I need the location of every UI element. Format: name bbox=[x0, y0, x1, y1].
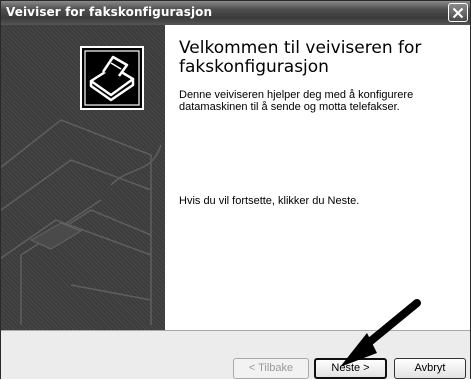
window-title: Veiviser for fakskonfigurasjon bbox=[6, 5, 213, 19]
fax-wizard-window: Veiviser for fakskonfigurasjon Velkommen… bbox=[0, 0, 471, 379]
back-button[interactable]: < Tilbake bbox=[233, 358, 309, 379]
close-icon bbox=[452, 7, 464, 19]
wizard-side-panel bbox=[1, 25, 165, 330]
wizard-description: Denne veiviseren hjelper deg med å konfi… bbox=[179, 89, 414, 113]
continue-instruction: Hvis du vil fortsette, klikker du Neste. bbox=[179, 195, 360, 207]
wizard-content: Velkommen til veiviseren for fakskonfigu… bbox=[1, 25, 470, 330]
cancel-button[interactable]: Avbryt bbox=[394, 358, 466, 379]
wizard-heading: Velkommen til veiviseren for fakskonfigu… bbox=[179, 38, 422, 77]
fax-printer-icon bbox=[79, 45, 145, 111]
title-bar[interactable]: Veiviser for fakskonfigurasjon bbox=[1, 1, 470, 25]
next-button[interactable]: Neste > bbox=[314, 358, 387, 379]
close-button[interactable] bbox=[448, 3, 468, 22]
button-bar: < Tilbake Neste > Avbryt bbox=[1, 330, 470, 379]
